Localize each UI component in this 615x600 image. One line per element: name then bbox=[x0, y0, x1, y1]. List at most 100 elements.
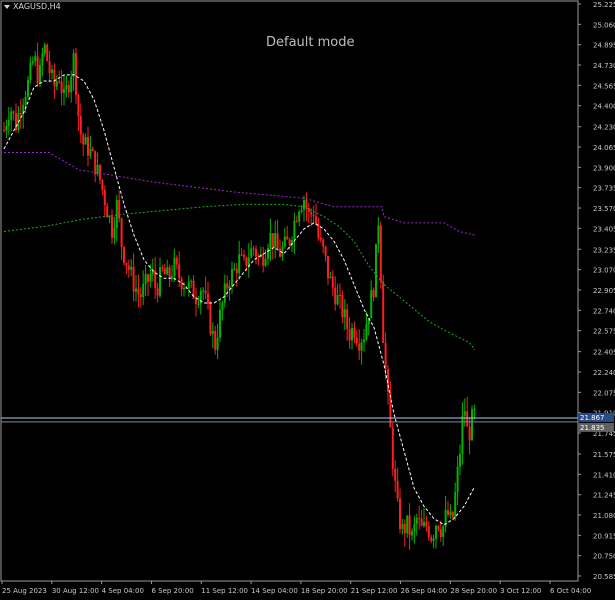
time-axis-label: 6 Sep 20:00 bbox=[151, 587, 193, 595]
dropdown-arrow-icon[interactable] bbox=[4, 4, 10, 9]
price-axis-label: 22.075 bbox=[593, 389, 615, 397]
price-axis-label: 20.750 bbox=[593, 553, 615, 561]
candle-body bbox=[252, 248, 255, 250]
price-axis-label: 22.405 bbox=[593, 349, 615, 357]
candle-body bbox=[327, 255, 329, 279]
candle-body bbox=[233, 268, 236, 270]
time-axis-label: 11 Sep 12:00 bbox=[201, 587, 248, 595]
candle-body bbox=[334, 287, 337, 305]
candle-body bbox=[125, 262, 128, 266]
candle-body bbox=[226, 283, 229, 289]
candle-body bbox=[39, 65, 41, 84]
candle-body bbox=[303, 200, 305, 210]
candle-body bbox=[298, 211, 301, 222]
candle-body bbox=[396, 480, 399, 499]
candle-body bbox=[336, 295, 339, 305]
time-axis-label: 28 Sep 20:00 bbox=[450, 587, 497, 595]
candle-body bbox=[94, 150, 97, 175]
time-axis-label: 18 Sep 20:00 bbox=[301, 587, 348, 595]
candle-body bbox=[216, 337, 219, 350]
candle-body bbox=[379, 225, 382, 282]
chart-window[interactable]: 25.225 25.060 24.895 24.730 24.565 24.400 24.2… bbox=[0, 0, 615, 600]
price-axis-label: 20.585 bbox=[593, 573, 615, 581]
price-axis-label: 24.895 bbox=[593, 42, 615, 50]
candle-body bbox=[341, 295, 344, 318]
candle-body bbox=[473, 408, 476, 410]
candle-body bbox=[363, 339, 365, 343]
candle-body bbox=[468, 426, 471, 441]
symbol-text: XAGUSD,H4 bbox=[13, 2, 61, 11]
candle-body bbox=[139, 294, 142, 298]
candle-body bbox=[19, 112, 22, 115]
candle-body bbox=[372, 290, 375, 298]
candle-body bbox=[41, 53, 44, 66]
time-axis-label: 30 Aug 12:00 bbox=[52, 587, 99, 595]
candle-body bbox=[228, 285, 231, 289]
candle-body bbox=[51, 69, 53, 73]
candle-body bbox=[267, 247, 269, 259]
candle-body bbox=[91, 148, 94, 151]
candle-body bbox=[31, 61, 34, 64]
price-axis-label: 21.575 bbox=[593, 451, 615, 459]
candle-body bbox=[223, 283, 226, 303]
candle-body bbox=[348, 329, 351, 341]
candle-body bbox=[166, 267, 169, 275]
candle-body bbox=[310, 212, 313, 215]
candle-body bbox=[305, 200, 308, 208]
candle-body bbox=[322, 239, 325, 247]
price-axis-label: 25.225 bbox=[593, 1, 615, 9]
candle-body bbox=[79, 116, 82, 135]
candle-body bbox=[269, 233, 272, 248]
candle-body bbox=[171, 275, 173, 278]
time-axis-label: 25 Aug 2023 bbox=[2, 587, 47, 595]
purple-dotted-line bbox=[4, 152, 476, 236]
candle-body bbox=[459, 454, 461, 467]
candle-body bbox=[351, 328, 353, 341]
candle-body bbox=[89, 148, 92, 156]
price-axis-label: 24.400 bbox=[593, 103, 615, 111]
candle-body bbox=[240, 254, 243, 256]
candle-body bbox=[135, 288, 137, 292]
candle-body bbox=[15, 113, 17, 131]
candle-body bbox=[142, 283, 145, 298]
candle-body bbox=[187, 281, 190, 289]
candle-body bbox=[413, 523, 416, 532]
candle-body bbox=[255, 248, 257, 257]
candle-body bbox=[312, 214, 315, 217]
candle-body bbox=[127, 265, 130, 270]
candle-body bbox=[149, 274, 152, 282]
candle-body bbox=[279, 248, 281, 257]
time-axis-label: 3 Oct 12:00 bbox=[500, 587, 541, 595]
candle-body bbox=[415, 518, 418, 524]
candle-body bbox=[29, 63, 32, 80]
candle-body bbox=[77, 95, 80, 117]
candle-body bbox=[137, 288, 140, 295]
candle-body bbox=[276, 233, 279, 249]
candle-body bbox=[46, 44, 49, 61]
candle-body bbox=[437, 525, 440, 530]
candle-body bbox=[156, 288, 159, 296]
candle-body bbox=[214, 330, 217, 350]
price-axis-label: 21.410 bbox=[593, 471, 615, 479]
symbol-label[interactable]: XAGUSD,H4 bbox=[4, 2, 61, 11]
candle-body bbox=[355, 337, 358, 344]
candle-body bbox=[24, 96, 27, 105]
candle-body bbox=[324, 246, 327, 256]
candle-body bbox=[147, 274, 149, 282]
time-axis-label: 21 Sep 12:00 bbox=[351, 587, 398, 595]
candle-body bbox=[427, 526, 430, 538]
candle-body bbox=[159, 267, 161, 296]
candle-body bbox=[115, 200, 118, 229]
candle-body bbox=[319, 237, 322, 240]
price-axis-label: 22.575 bbox=[593, 328, 615, 336]
price-axis-label: 25.060 bbox=[593, 21, 615, 29]
candle-body bbox=[331, 276, 334, 288]
candle-body bbox=[101, 179, 104, 190]
candle-body bbox=[99, 164, 101, 180]
candle-body bbox=[144, 274, 147, 284]
candle-body bbox=[243, 254, 245, 258]
candle-body bbox=[12, 111, 15, 114]
price-axis-label: 23.900 bbox=[593, 164, 615, 172]
candle-body bbox=[36, 56, 39, 84]
chart-canvas[interactable]: 25.225 25.060 24.895 24.730 24.565 24.400 24.2… bbox=[0, 0, 615, 600]
